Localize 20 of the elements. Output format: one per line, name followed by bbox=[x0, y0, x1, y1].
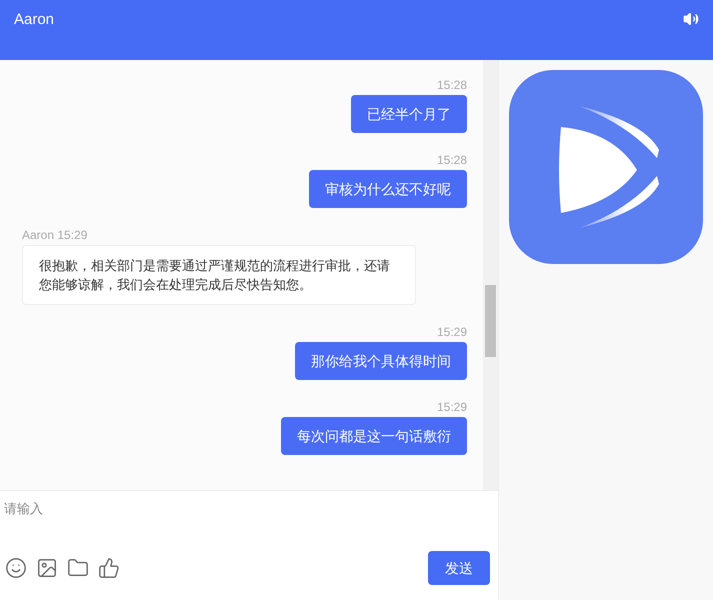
emoji-icon[interactable] bbox=[5, 557, 27, 579]
scrollbar[interactable] bbox=[483, 60, 498, 490]
sent-message-bubble: 审核为什么还不好呢 bbox=[309, 170, 467, 208]
speaker-icon[interactable] bbox=[683, 11, 699, 27]
received-message-bubble: 很抱歉，相关部门是需要通过严谨规范的流程进行审批，还请您能够谅解，我们会在处理完成后尽快告知您。 bbox=[22, 245, 416, 305]
folder-icon[interactable] bbox=[67, 557, 89, 579]
message-sender-time: Aaron 15:29 bbox=[22, 227, 88, 243]
message-time: 15:28 bbox=[436, 77, 467, 93]
message-time: 15:29 bbox=[436, 324, 467, 340]
thumbs-up-icon[interactable] bbox=[98, 557, 120, 579]
scrollbar-thumb[interactable] bbox=[485, 285, 496, 357]
image-icon[interactable] bbox=[36, 557, 58, 579]
contact-name: Aaron bbox=[14, 10, 54, 30]
message-time: 15:29 bbox=[436, 399, 467, 415]
message-time: 15:28 bbox=[436, 152, 467, 168]
sent-message-bubble: 已经半个月了 bbox=[351, 95, 467, 133]
message-input[interactable]: 请输入 bbox=[0, 491, 498, 551]
sent-message-bubble: 每次问都是这一句话敷衍 bbox=[281, 417, 467, 455]
send-button[interactable]: 发送 bbox=[428, 551, 490, 585]
sent-message-bubble: 那你给我个具体得时间 bbox=[295, 342, 467, 380]
